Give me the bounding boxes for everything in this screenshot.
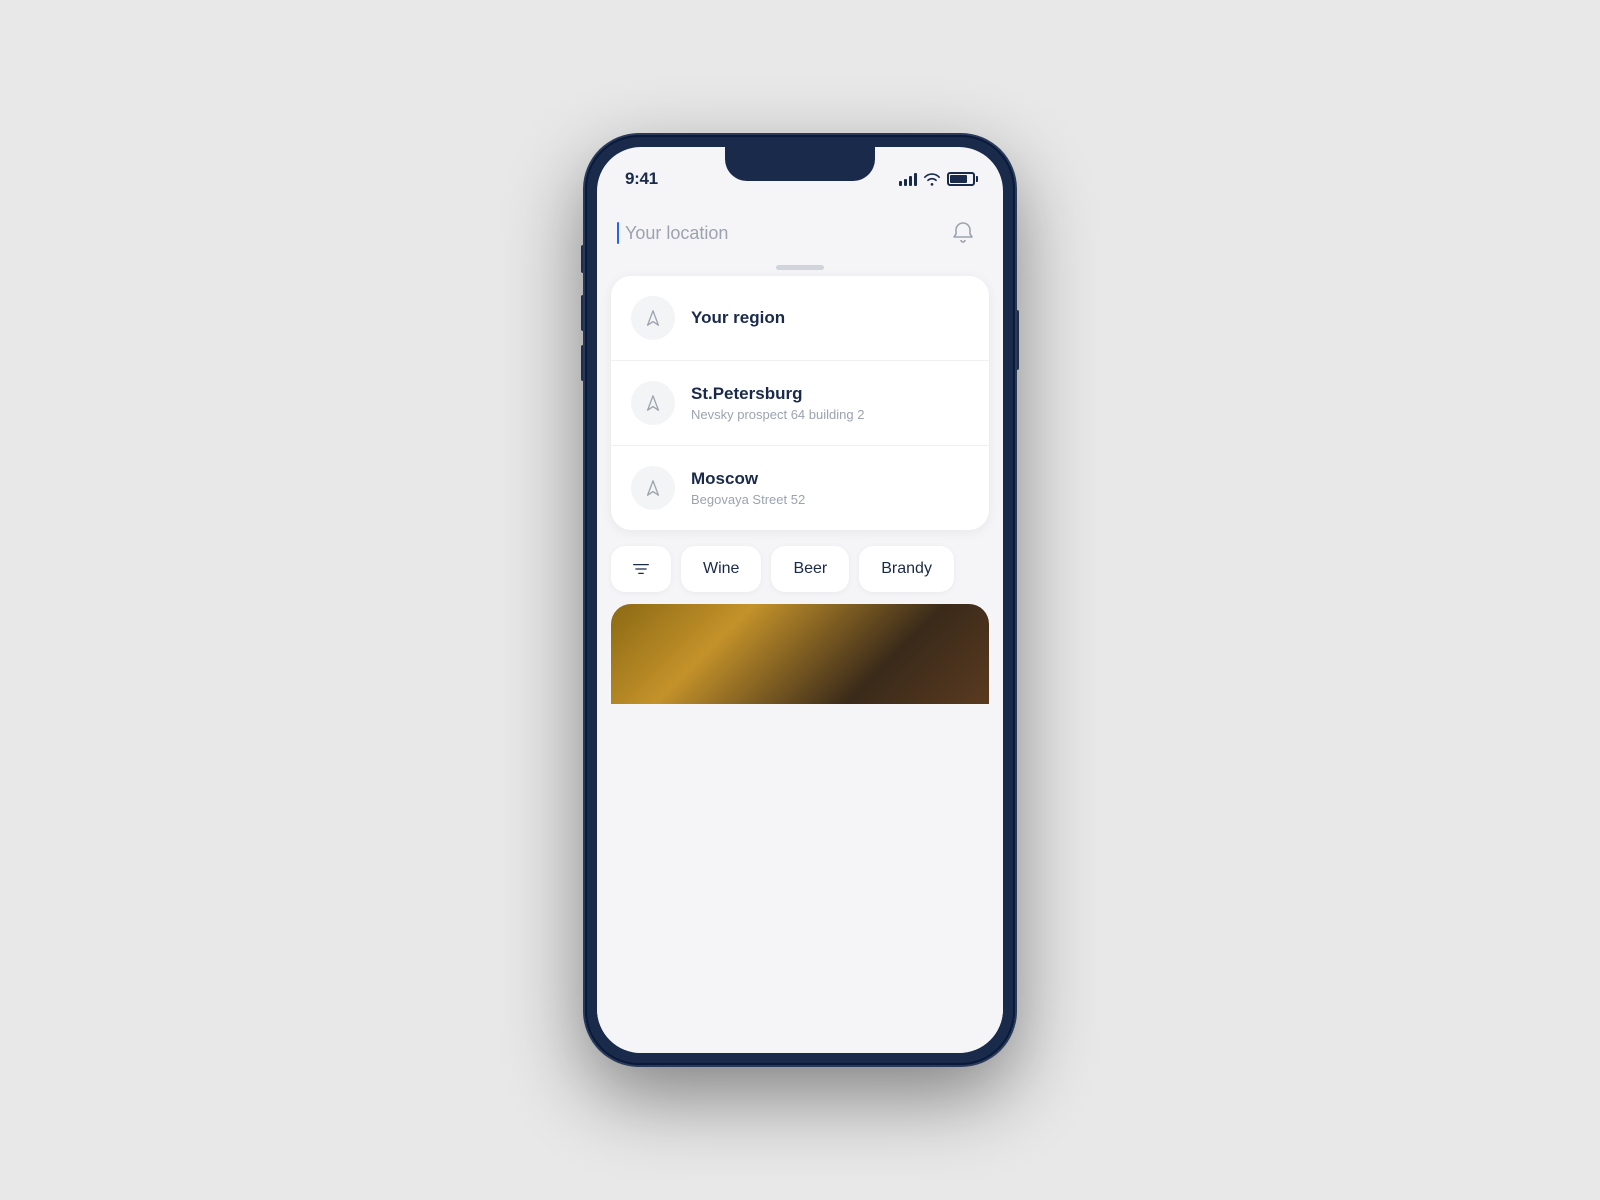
location-list-card: Your region St.Petersburg Nevsky prospec… [611,276,989,530]
location-address-moscow: Begovaya Street 52 [691,492,805,507]
category-beer-label: Beer [793,560,827,578]
phone-screen: 9:41 [597,147,1003,1053]
notifications-button[interactable] [943,213,983,253]
navigate-icon [644,309,662,327]
location-icon-bg-spb [631,381,675,425]
bell-icon [950,220,976,246]
signal-bar-2 [904,179,907,186]
location-text-region: Your region [691,308,785,328]
location-text-spb: St.Petersburg Nevsky prospect 64 buildin… [691,384,864,422]
location-item-spb[interactable]: St.Petersburg Nevsky prospect 64 buildin… [611,361,989,446]
status-time: 9:41 [625,169,658,189]
category-brandy[interactable]: Brandy [859,546,954,592]
battery-fill [950,175,967,183]
location-name-spb: St.Petersburg [691,384,864,404]
handle-bar [776,265,824,270]
location-name: Your region [691,308,785,328]
text-cursor [617,222,619,244]
search-area: Your location [597,197,1003,265]
navigate-icon-moscow [644,479,662,497]
location-placeholder: Your location [617,223,728,243]
category-beer[interactable]: Beer [771,546,849,592]
app-content: Your location [597,197,1003,1053]
location-name-moscow: Moscow [691,469,805,489]
bottom-preview-image [611,604,989,704]
signal-icon [899,172,917,186]
power-button [1015,310,1019,370]
status-icons [899,172,975,186]
sheet-handle [597,265,1003,270]
preview-gradient [611,604,989,704]
location-icon-bg-moscow [631,466,675,510]
signal-bar-3 [909,176,912,186]
phone-frame: 9:41 [585,135,1015,1065]
signal-bar-4 [914,173,917,186]
filter-button[interactable] [611,546,671,592]
filter-icon [633,561,649,577]
category-wine-label: Wine [703,560,739,578]
location-text-moscow: Moscow Begovaya Street 52 [691,469,805,507]
navigate-icon-spb [644,394,662,412]
signal-bar-1 [899,181,902,186]
location-address-spb: Nevsky prospect 64 building 2 [691,407,864,422]
location-icon-bg [631,296,675,340]
location-input-wrapper[interactable]: Your location [617,223,931,244]
category-row: Wine Beer Brandy [597,530,1003,604]
battery-icon [947,172,975,186]
location-item-moscow[interactable]: Moscow Begovaya Street 52 [611,446,989,530]
category-brandy-label: Brandy [881,560,932,578]
wifi-icon [923,172,941,186]
category-wine[interactable]: Wine [681,546,761,592]
notch [725,147,875,181]
location-item-region[interactable]: Your region [611,276,989,361]
